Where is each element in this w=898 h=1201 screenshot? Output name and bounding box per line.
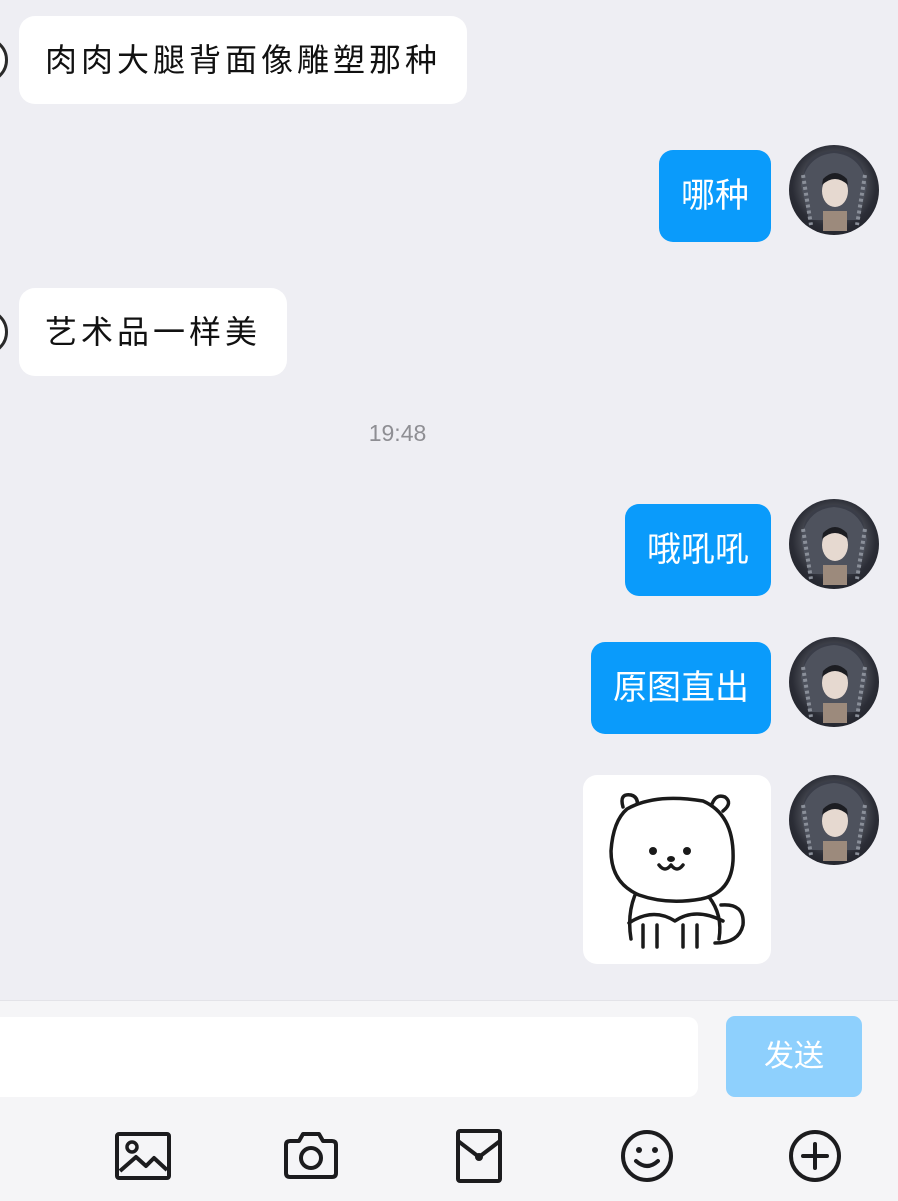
user-avatar[interactable]: [789, 499, 879, 589]
bear-sticker-icon: [609, 793, 745, 949]
contact-avatar[interactable]: [0, 37, 8, 83]
red-packet-icon[interactable]: [450, 1127, 508, 1185]
sticker-message[interactable]: [583, 775, 771, 964]
plus-icon[interactable]: [786, 1127, 844, 1185]
user-avatar[interactable]: [789, 637, 879, 727]
message-timestamp: 19:48: [368, 420, 427, 446]
incoming-message-bubble[interactable]: 艺术品一样美: [19, 288, 288, 376]
message-input[interactable]: [0, 1017, 698, 1097]
camera-icon[interactable]: [282, 1127, 340, 1185]
incoming-message-text: 肉肉大腿背面像雕塑那种: [45, 41, 442, 79]
incoming-message-text: 艺术品一样美: [45, 313, 262, 351]
emoji-icon[interactable]: [618, 1127, 676, 1185]
incoming-message-bubble[interactable]: 肉肉大腿背面像雕塑那种: [19, 16, 468, 104]
outgoing-message-bubble[interactable]: 哦吼吼: [625, 504, 771, 596]
contact-avatar[interactable]: [0, 309, 8, 355]
send-button[interactable]: 发送: [726, 1016, 862, 1097]
outgoing-message-text: 哦吼吼: [647, 530, 749, 570]
user-avatar[interactable]: [789, 775, 879, 865]
outgoing-message-text: 哪种: [681, 176, 749, 216]
chat-message-list[interactable]: 肉肉大腿背面像雕塑那种 哪种 艺术品一样美 19:48 哦吼吼 原图直出: [0, 0, 898, 1000]
outgoing-message-bubble[interactable]: 原图直出: [591, 642, 771, 734]
user-avatar[interactable]: [789, 145, 879, 235]
outgoing-message-text: 原图直出: [613, 668, 749, 708]
outgoing-message-bubble[interactable]: 哪种: [659, 150, 771, 242]
image-icon[interactable]: [114, 1127, 172, 1185]
